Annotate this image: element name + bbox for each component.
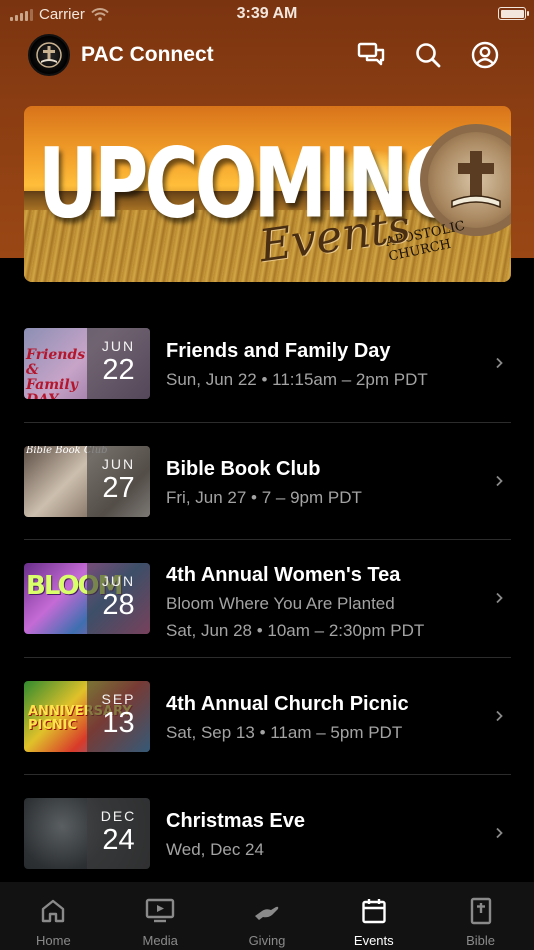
- event-title: 4th Annual Women's Tea: [166, 564, 401, 586]
- event-day: 13: [102, 706, 135, 739]
- tab-bar: Home Media Giving Events Bible: [0, 882, 534, 950]
- upcoming-events-banner[interactable]: UPCOMING APOSTOLIC CHURCH Events: [24, 106, 511, 282]
- event-time: Sun, Jun 22 • 11:15am – 2pm PDT: [166, 370, 428, 389]
- app-header: PAC Connect: [0, 32, 534, 78]
- chevron-right-icon: [496, 710, 503, 721]
- calendar-icon: [359, 896, 389, 926]
- event-title: 4th Annual Church Picnic: [166, 692, 409, 715]
- event-title: Friends and Family Day: [166, 340, 391, 362]
- event-month: JUN: [101, 338, 136, 354]
- event-date-badge: JUN 27: [87, 445, 150, 517]
- status-bar: Carrier 3:39 AM: [0, 0, 534, 30]
- event-day: 28: [102, 589, 135, 621]
- user-icon: [471, 41, 499, 69]
- tab-label: Bible: [466, 933, 496, 948]
- event-info: 4th Annual Church Picnic Sat, Sep 13 • 1…: [166, 693, 481, 743]
- event-title: Christmas Eve: [166, 810, 305, 832]
- event-month: JUN: [101, 573, 136, 589]
- status-time: 3:39 AM: [236, 5, 298, 22]
- event-date-badge: SEP 13: [87, 680, 150, 752]
- tab-label: Home: [36, 933, 71, 948]
- profile-button[interactable]: [470, 40, 500, 70]
- events-list: Friends & Family DAY JUN 22 Friends and …: [24, 305, 511, 893]
- bible-icon: [466, 896, 496, 926]
- chevron-right-icon: [496, 357, 503, 369]
- thumbnail-art-text: Friends & Family DAY: [26, 347, 86, 400]
- event-thumbnail: ANNIVERSARY PICNIC SEP 13: [24, 680, 150, 752]
- event-month: DEC: [100, 808, 137, 824]
- event-subtitle: Bloom Where You Are Planted: [166, 594, 395, 613]
- event-row[interactable]: BLOOM JUN 28 4th Annual Women's Tea Bloo…: [24, 540, 511, 658]
- tab-label: Media: [142, 933, 178, 948]
- event-title: Bible Book Club: [166, 457, 321, 480]
- event-date-badge: JUN 28: [87, 563, 150, 634]
- search-icon: [416, 43, 441, 68]
- tab-label: Events: [353, 933, 394, 948]
- tab-label: Giving: [248, 933, 286, 948]
- chevron-right-icon: [496, 592, 503, 604]
- event-month: JUN: [101, 455, 136, 472]
- church-logo[interactable]: [28, 34, 70, 76]
- church-logo-icon: [36, 42, 62, 68]
- home-icon: [38, 896, 68, 926]
- cross-icon: [451, 151, 501, 209]
- event-time: Sat, Sep 13 • 11am – 5pm PDT: [166, 722, 403, 742]
- event-thumbnail: BLOOM JUN 28: [24, 563, 150, 634]
- event-date-badge: JUN 22: [87, 328, 150, 399]
- tab-events[interactable]: Events: [320, 882, 427, 950]
- search-button[interactable]: [413, 40, 443, 70]
- event-row[interactable]: Bible Book Club JUN 27 Bible Book Club F…: [24, 423, 511, 540]
- chevron-right-icon: [496, 475, 503, 486]
- giving-icon: [252, 896, 282, 926]
- event-time: Fri, Jun 27 • 7 – 9pm PDT: [166, 487, 362, 507]
- event-thumbnail: DEC 24: [24, 798, 150, 869]
- event-info: 4th Annual Women's Tea Bloom Where You A…: [166, 564, 481, 641]
- event-day: 24: [102, 824, 135, 856]
- event-row[interactable]: Friends & Family DAY JUN 22 Friends and …: [24, 305, 511, 423]
- event-month: SEP: [101, 690, 136, 707]
- event-row[interactable]: DEC 24 Christmas Eve Wed, Dec 24: [24, 775, 511, 893]
- event-thumbnail: Friends & Family DAY JUN 22: [24, 328, 150, 399]
- event-day: 22: [102, 354, 135, 386]
- event-info: Friends and Family Day Sun, Jun 22 • 11:…: [166, 340, 481, 390]
- event-time: Wed, Dec 24: [166, 840, 264, 859]
- event-info: Christmas Eve Wed, Dec 24: [166, 810, 481, 860]
- tab-giving[interactable]: Giving: [214, 882, 321, 950]
- tab-media[interactable]: Media: [107, 882, 214, 950]
- tab-bible[interactable]: Bible: [427, 882, 534, 950]
- event-thumbnail: Bible Book Club JUN 27: [24, 445, 150, 517]
- chat-icon: [357, 42, 385, 66]
- event-info: Bible Book Club Fri, Jun 27 • 7 – 9pm PD…: [166, 458, 481, 508]
- chevron-right-icon: [496, 827, 503, 839]
- battery-icon: [498, 7, 529, 20]
- messages-button[interactable]: [356, 40, 386, 70]
- event-row[interactable]: ANNIVERSARY PICNIC SEP 13 4th Annual Chu…: [24, 658, 511, 775]
- event-date-badge: DEC 24: [87, 798, 150, 869]
- tab-home[interactable]: Home: [0, 882, 107, 950]
- event-day: 27: [102, 471, 135, 504]
- app-title: PAC Connect: [81, 43, 214, 66]
- event-time: Sat, Jun 28 • 10am – 2:30pm PDT: [166, 621, 425, 640]
- tv-icon: [145, 896, 175, 926]
